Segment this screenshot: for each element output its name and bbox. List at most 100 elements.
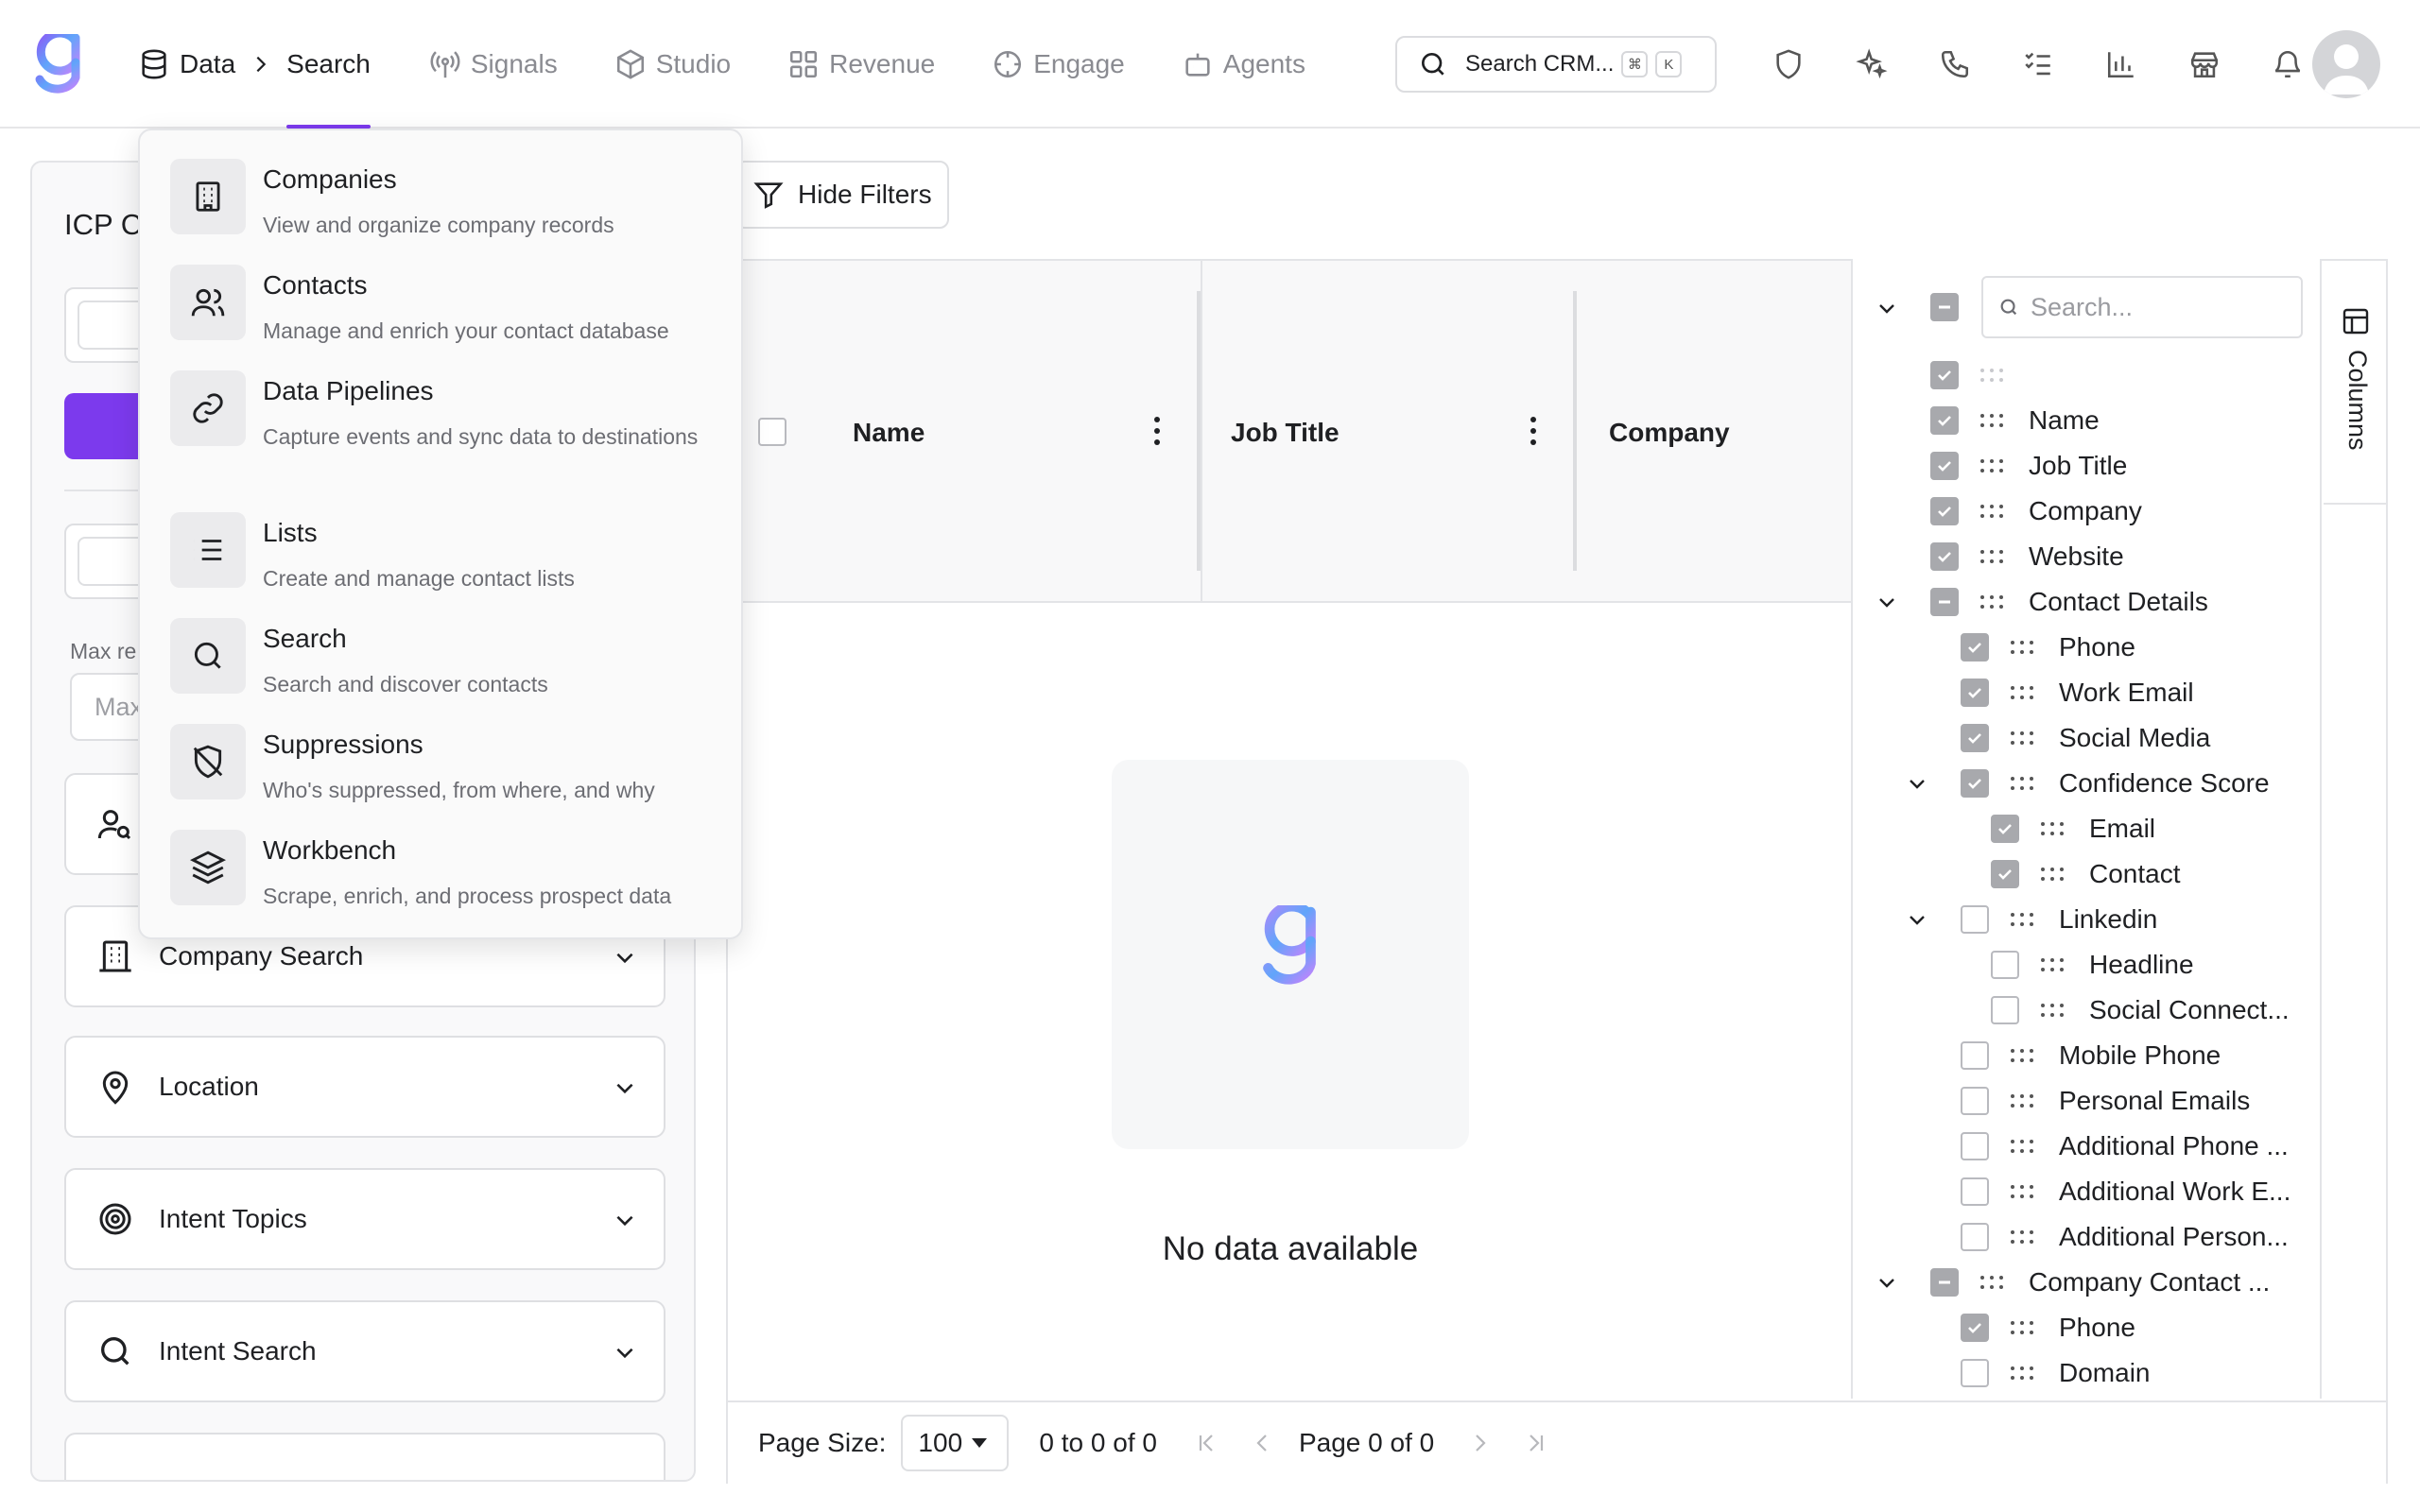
security-button[interactable] (1747, 36, 1830, 93)
chevron-down-icon[interactable] (1906, 772, 1928, 795)
menu-item-suppressions[interactable]: Suppressions Who's suppressed, from where… (170, 724, 728, 809)
drag-handle-icon[interactable] (2010, 1366, 2034, 1381)
drag-handle-icon[interactable] (2010, 1093, 2034, 1108)
drag-handle-icon[interactable] (2010, 1229, 2034, 1245)
nav-studio[interactable]: Studio (614, 0, 731, 129)
column-checkbox[interactable] (1991, 815, 2019, 843)
next-filter-accordion[interactable] (64, 1433, 666, 1480)
drag-handle-icon[interactable] (1979, 368, 2004, 383)
nav-data[interactable]: Data (138, 0, 235, 129)
column-toggle-row[interactable]: Personal Emails (1961, 1079, 2250, 1123)
user-avatar[interactable] (2312, 30, 2380, 98)
hide-filters-button[interactable]: Hide Filters (735, 161, 949, 229)
tasks-button[interactable] (1996, 36, 2080, 93)
column-checkbox[interactable] (1961, 1041, 1989, 1070)
column-toggle-row[interactable]: Additional Work E... (1961, 1170, 2290, 1213)
column-checkbox[interactable] (1961, 724, 1989, 752)
column-checkbox[interactable] (1930, 497, 1959, 525)
column-toggle-row[interactable]: Mobile Phone (1961, 1034, 2221, 1077)
column-checkbox[interactable] (1961, 905, 1989, 934)
drag-handle-icon[interactable] (2010, 640, 2034, 655)
chevron-down-icon[interactable] (1876, 297, 1898, 319)
global-search-input[interactable]: Search CRM... ⌘ K (1395, 36, 1717, 93)
column-checkbox[interactable] (1961, 633, 1989, 662)
column-checkbox[interactable] (1961, 1359, 1989, 1387)
column-checkbox[interactable] (1961, 1177, 1989, 1206)
column-checkbox[interactable] (1991, 860, 2019, 888)
menu-item-data-pipelines[interactable]: Data Pipelines Capture events and sync da… (170, 370, 728, 455)
drag-handle-icon[interactable] (2010, 1320, 2034, 1335)
intent-topics-accordion[interactable]: Intent Topics (64, 1168, 666, 1270)
menu-item-search[interactable]: Search Search and discover contacts (170, 618, 728, 703)
column-toggle-row[interactable]: Phone (1961, 626, 2135, 669)
drag-handle-icon[interactable] (2040, 867, 2065, 882)
drag-handle-icon[interactable] (1979, 1275, 2004, 1290)
column-checkbox[interactable] (1961, 679, 1989, 707)
menu-item-lists[interactable]: Lists Create and manage contact lists (170, 512, 728, 597)
column-checkbox[interactable] (1930, 1268, 1959, 1297)
drag-handle-icon[interactable] (2040, 1003, 2065, 1018)
column-header-job-title[interactable]: Job Title (1231, 418, 1340, 448)
column-resize-handle[interactable] (1573, 291, 1577, 571)
chevron-down-icon[interactable] (1876, 591, 1898, 613)
column-checkbox[interactable] (1961, 1132, 1989, 1160)
last-page-icon[interactable] (1525, 1432, 1547, 1454)
drag-handle-icon[interactable] (1979, 549, 2004, 564)
drag-handle-icon[interactable] (1979, 458, 2004, 473)
column-toggle-row[interactable]: Website (1930, 535, 2124, 578)
column-toggle-row[interactable]: Domain (1961, 1351, 2150, 1395)
column-menu-icon[interactable] (1528, 414, 1539, 448)
column-toggle-row[interactable]: Name (1930, 399, 2100, 442)
columns-side-tab[interactable]: Columns (2324, 259, 2388, 505)
drag-handle-icon[interactable] (2010, 1139, 2034, 1154)
column-toggle-row[interactable]: Social Media (1961, 716, 2210, 760)
column-checkbox[interactable] (1930, 542, 1959, 571)
column-checkbox[interactable] (1961, 1223, 1989, 1251)
column-toggle-row[interactable]: Headline (1991, 943, 2194, 987)
drag-handle-icon[interactable] (2010, 1048, 2034, 1063)
column-toggle-row[interactable]: Phone (1961, 1306, 2135, 1349)
column-checkbox[interactable] (1930, 588, 1959, 616)
nav-revenue[interactable]: Revenue (787, 0, 935, 129)
intent-search-accordion[interactable]: Intent Search (64, 1300, 666, 1402)
column-toggle-row[interactable]: Contact Details (1930, 580, 2208, 624)
ai-button[interactable] (1830, 36, 1913, 93)
column-toggle-row[interactable]: Linkedin (1961, 898, 2157, 941)
column-checkbox[interactable] (1961, 1087, 1989, 1115)
drag-handle-icon[interactable] (2010, 730, 2034, 746)
column-toggle-row[interactable] (1930, 353, 2029, 397)
drag-handle-icon[interactable] (2010, 1184, 2034, 1199)
column-toggle-row[interactable]: Confidence Score (1961, 762, 2270, 805)
column-toggle-row[interactable]: Company Contact ... (1930, 1261, 2270, 1304)
column-toggle-row[interactable]: Additional Person... (1961, 1215, 2289, 1259)
column-checkbox[interactable] (1961, 1314, 1989, 1342)
column-toggle-row[interactable]: Social Connect... (1991, 988, 2290, 1032)
column-toggle-row[interactable]: Contact (1991, 852, 2181, 896)
columns-search-input[interactable]: Search... (1981, 276, 2303, 338)
drag-handle-icon[interactable] (1979, 504, 2004, 519)
store-button[interactable] (2163, 36, 2246, 93)
column-checkbox[interactable] (1930, 361, 1959, 389)
nav-engage[interactable]: Engage (992, 0, 1125, 129)
drag-handle-icon[interactable] (2010, 685, 2034, 700)
drag-handle-icon[interactable] (1979, 594, 2004, 610)
phone-button[interactable] (1913, 36, 1996, 93)
column-header-company[interactable]: Company (1609, 418, 1730, 448)
column-toggle-row[interactable]: Company (1930, 490, 2142, 533)
column-menu-icon[interactable] (1151, 414, 1163, 448)
column-toggle-row[interactable]: Additional Phone ... (1961, 1125, 2289, 1168)
select-all-columns-checkbox[interactable] (1930, 293, 1959, 321)
next-page-icon[interactable] (1468, 1432, 1491, 1454)
brand-logo-icon[interactable] (32, 34, 83, 96)
drag-handle-icon[interactable] (1979, 413, 2004, 428)
menu-item-companies[interactable]: Companies View and organize company recor… (170, 159, 728, 244)
select-all-checkbox[interactable] (758, 418, 786, 446)
drag-handle-icon[interactable] (2010, 912, 2034, 927)
previous-page-icon[interactable] (1252, 1432, 1274, 1454)
column-checkbox[interactable] (1930, 406, 1959, 435)
nav-agents[interactable]: Agents (1182, 0, 1305, 129)
drag-handle-icon[interactable] (2010, 776, 2034, 791)
menu-item-workbench[interactable]: Workbench Scrape, enrich, and process pro… (170, 830, 728, 915)
column-toggle-row[interactable]: Job Title (1930, 444, 2127, 488)
drag-handle-icon[interactable] (2040, 821, 2065, 836)
